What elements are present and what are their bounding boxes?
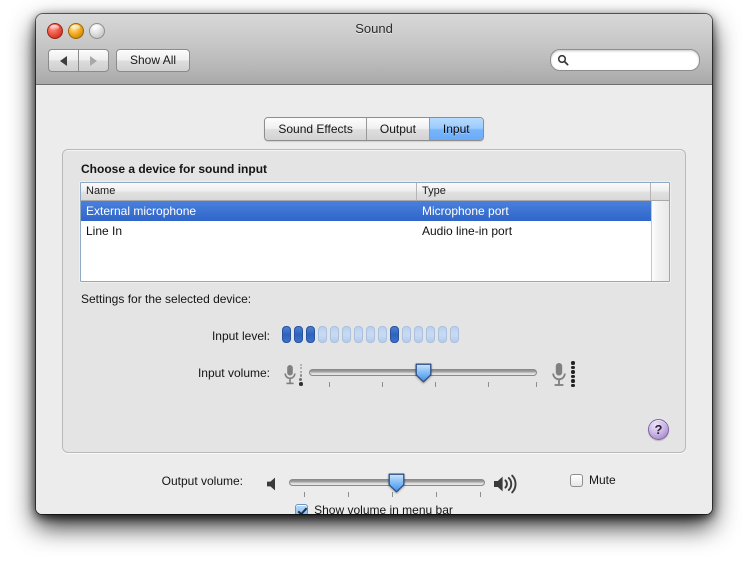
level-segment bbox=[342, 326, 351, 343]
show-volume-label: Show volume in menu bar bbox=[314, 503, 453, 514]
tab-sound-effects[interactable]: Sound Effects bbox=[265, 118, 367, 140]
level-segment bbox=[366, 326, 375, 343]
forward-arrow-icon bbox=[90, 55, 97, 66]
output-volume-label: Output volume: bbox=[161, 474, 243, 488]
preferences-content: Sound Effects Output Input Choose a devi… bbox=[36, 85, 712, 514]
tab-bar: Sound Effects Output Input bbox=[36, 117, 712, 141]
output-volume-thumb[interactable] bbox=[388, 473, 405, 493]
show-volume-checkbox-group[interactable]: Show volume in menu bar bbox=[295, 503, 453, 514]
navigation-buttons bbox=[48, 49, 109, 72]
settings-for-device-label: Settings for the selected device: bbox=[81, 292, 252, 306]
level-segment bbox=[450, 326, 459, 343]
show-all-button[interactable]: Show All bbox=[116, 49, 191, 72]
cell-device-name: External microphone bbox=[86, 204, 197, 218]
forward-button[interactable] bbox=[78, 49, 109, 72]
search-input[interactable] bbox=[569, 54, 690, 66]
help-button[interactable]: ? bbox=[648, 419, 669, 440]
mute-checkbox[interactable] bbox=[570, 473, 583, 487]
microphone-small-icon bbox=[282, 363, 298, 392]
level-segment bbox=[318, 326, 327, 343]
show-volume-checkbox[interactable] bbox=[295, 503, 309, 514]
device-table[interactable]: Name Type External microphone Microphone… bbox=[80, 182, 670, 282]
column-header-type[interactable]: Type bbox=[417, 183, 651, 200]
level-segment bbox=[402, 326, 411, 343]
table-body: External microphone Microphone port Line… bbox=[81, 201, 669, 281]
cell-device-type: Audio line-in port bbox=[422, 224, 513, 238]
level-segment bbox=[294, 326, 303, 343]
level-segment bbox=[354, 326, 363, 343]
column-header-name[interactable]: Name bbox=[81, 183, 417, 200]
toolbar: Show All bbox=[36, 47, 712, 84]
level-segment bbox=[390, 326, 399, 343]
speaker-quiet-icon bbox=[265, 476, 282, 497]
level-segment bbox=[438, 326, 447, 343]
input-volume-row: Input volume: bbox=[63, 358, 685, 394]
window-titlebar: Sound Show All bbox=[36, 14, 712, 85]
level-segment bbox=[378, 326, 387, 343]
sound-preferences-window: Sound Show All Sound Effects Output Inpu… bbox=[36, 14, 712, 514]
tab-output[interactable]: Output bbox=[366, 118, 430, 140]
microphone-large-icon bbox=[550, 361, 568, 394]
table-row[interactable]: Line In Audio line-in port bbox=[81, 221, 651, 241]
table-scrollbar[interactable] bbox=[651, 201, 669, 281]
show-volume-row: Show volume in menu bar bbox=[36, 503, 712, 514]
table-header-row: Name Type bbox=[81, 183, 669, 201]
input-settings-groupbox: Choose a device for sound input Name Typ… bbox=[62, 149, 686, 453]
choose-device-label: Choose a device for sound input bbox=[81, 162, 268, 176]
titlebar-top-row: Sound bbox=[36, 14, 712, 47]
level-segment bbox=[330, 326, 339, 343]
microphone-small-level-dots bbox=[299, 364, 303, 386]
screen: Sound Show All Sound Effects Output Inpu… bbox=[0, 0, 748, 566]
level-segment bbox=[306, 326, 315, 343]
cell-device-type: Microphone port bbox=[422, 204, 509, 218]
window-title: Sound bbox=[355, 21, 393, 36]
input-volume-label: Input volume: bbox=[197, 366, 270, 380]
search-field[interactable] bbox=[550, 49, 700, 71]
input-volume-thumb[interactable] bbox=[415, 363, 432, 383]
level-segment bbox=[282, 326, 291, 343]
cell-device-name: Line In bbox=[86, 224, 123, 238]
table-row[interactable]: External microphone Microphone port bbox=[81, 201, 651, 221]
output-volume-row: Output volume: Mute bbox=[36, 467, 712, 501]
tab-input[interactable]: Input bbox=[429, 118, 483, 140]
level-segment bbox=[414, 326, 423, 343]
output-volume-track[interactable] bbox=[289, 479, 485, 486]
input-level-row: Input level: bbox=[63, 326, 685, 346]
column-header-gutter bbox=[651, 183, 669, 200]
search-icon bbox=[557, 54, 569, 66]
back-button[interactable] bbox=[48, 49, 78, 72]
mute-checkbox-group[interactable]: Mute bbox=[570, 473, 616, 487]
speaker-loud-icon bbox=[493, 474, 523, 499]
tab-group: Sound Effects Output Input bbox=[264, 117, 484, 141]
input-level-meter bbox=[282, 326, 459, 343]
input-level-label: Input level: bbox=[211, 329, 270, 343]
level-segment bbox=[426, 326, 435, 343]
mute-label: Mute bbox=[589, 473, 616, 487]
table-rows: External microphone Microphone port Line… bbox=[81, 201, 651, 281]
microphone-large-level-dots bbox=[571, 361, 575, 387]
back-arrow-icon bbox=[60, 55, 67, 66]
